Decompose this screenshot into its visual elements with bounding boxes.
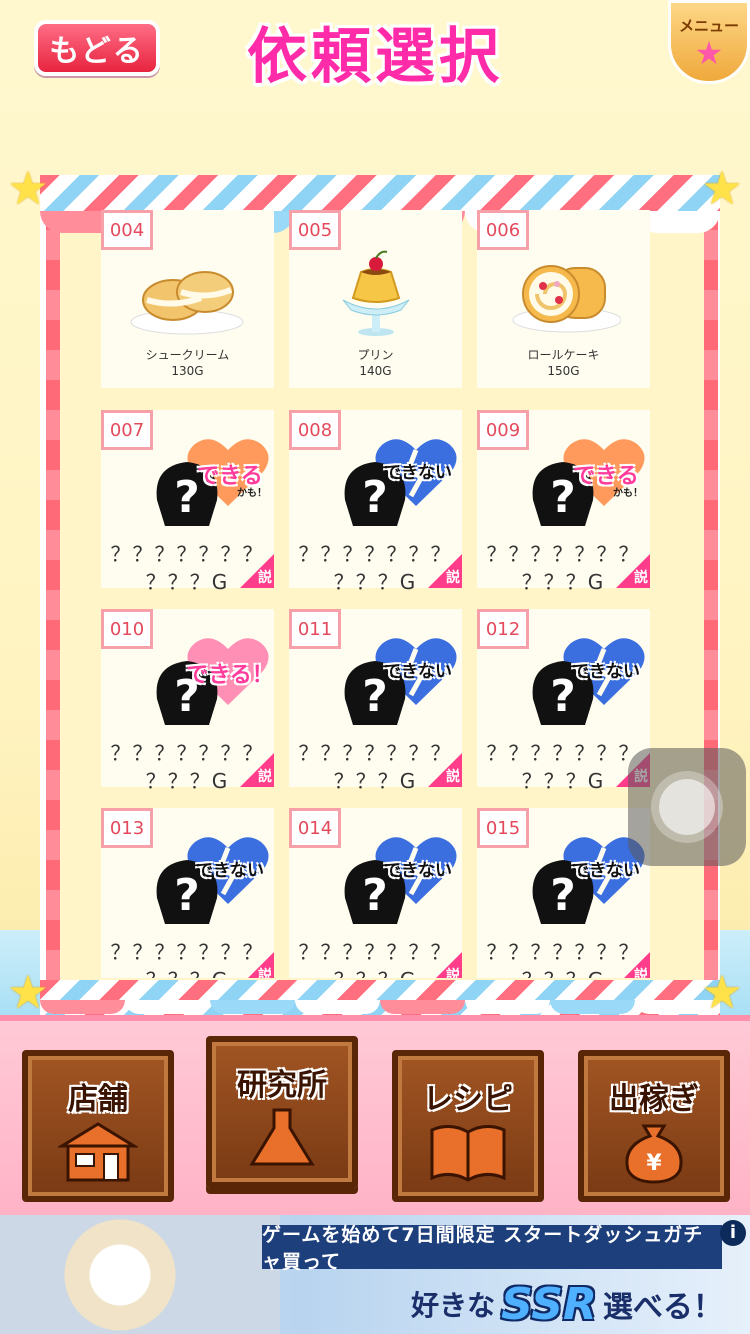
help-button[interactable]: 説 xyxy=(428,952,462,978)
banner-headline: ゲームを始めて7日間限定 スタートダッシュガチャ買って xyxy=(262,1224,722,1273)
status-label: できない xyxy=(384,861,452,881)
sweet-name: ロールケーキ xyxy=(527,348,600,362)
request-number: 008 xyxy=(289,410,341,450)
assistive-touch-button[interactable] xyxy=(628,748,746,866)
banner-tagline: 好きな SSR 選べる！ xyxy=(392,1277,742,1331)
status-label: できる！ xyxy=(186,663,274,688)
assistive-touch-ring xyxy=(659,779,715,835)
help-label: 説 xyxy=(446,769,460,785)
banner-character-image xyxy=(0,1215,280,1334)
help-label: 説 xyxy=(258,769,272,785)
help-label: 説 xyxy=(446,570,460,586)
banner-pre-text: 好きな xyxy=(411,1289,496,1322)
help-button[interactable]: 説 xyxy=(616,952,650,978)
help-button[interactable]: 説 xyxy=(240,952,274,978)
request-number: 010 xyxy=(101,609,153,649)
request-grid: 004 シュークリーム 130G 005 プリン 140G 006 ロールケーキ 150G 007… xyxy=(101,210,661,978)
help-button[interactable]: 説 xyxy=(428,554,462,588)
request-card[interactable]: 007? できる かも！？？？？？？？ ？？？G 説 xyxy=(101,410,274,594)
corner-star-icon: ★ xyxy=(7,965,49,1019)
left-post xyxy=(46,200,60,980)
shop-icon xyxy=(58,1122,138,1182)
request-number: 005 xyxy=(289,210,341,250)
request-number: 007 xyxy=(101,410,153,450)
request-card[interactable]: 013?できない？？？？？？？？？？G説 xyxy=(101,808,274,978)
status-label: できない xyxy=(196,861,264,881)
awning-scallops-bottom xyxy=(40,1000,720,1014)
request-number: 012 xyxy=(477,609,529,649)
nav-label: レシピ xyxy=(423,1082,513,1117)
help-button[interactable]: 説 xyxy=(428,753,462,787)
help-label: 説 xyxy=(634,570,648,586)
banner-ssr-text: SSR xyxy=(501,1278,597,1330)
help-label: 説 xyxy=(446,968,460,978)
menu-label: メニュー xyxy=(678,17,739,35)
awning-top xyxy=(40,175,720,215)
recipe-book-icon xyxy=(430,1125,506,1182)
request-number: 006 xyxy=(477,210,529,250)
star-icon: ★ xyxy=(694,34,724,72)
status-sub-label: かも！ xyxy=(613,488,643,499)
svg-text:¥: ¥ xyxy=(646,1151,662,1176)
request-number: 015 xyxy=(477,808,529,848)
help-label: 説 xyxy=(634,968,648,978)
request-number: 004 xyxy=(101,210,153,250)
request-card[interactable]: 011? できない？？？？？？？ ？？？G 説 xyxy=(289,609,462,793)
request-card[interactable]: 012?できない？？？？？？？？？？G説 xyxy=(477,609,650,793)
sweet-price: 140G xyxy=(359,364,392,378)
help-label: 説 xyxy=(258,968,272,978)
request-number: 014 xyxy=(289,808,341,848)
sweet-name: プリン xyxy=(357,348,394,362)
corner-star-icon: ★ xyxy=(7,161,49,215)
back-button[interactable]: もどる xyxy=(34,20,160,76)
corner-star-icon: ★ xyxy=(701,161,743,215)
request-number: 013 xyxy=(101,808,153,848)
request-card[interactable]: 008? できない？？？？？？？ ？？？G 説 xyxy=(289,410,462,594)
sweet-price: 130G xyxy=(171,364,204,378)
status-label: できない xyxy=(572,662,640,682)
status-label: できない xyxy=(384,662,452,682)
banner-post-text: 選べる！ xyxy=(602,1290,723,1325)
info-icon[interactable]: i xyxy=(720,1220,746,1246)
page-title: 依頼選択 xyxy=(247,22,503,92)
menu-button[interactable]: メニュー ★ xyxy=(668,0,750,84)
nav-recipe-button[interactable]: レシピ xyxy=(392,1050,544,1202)
request-card[interactable]: 015?できない？？？？？？？？？？G説 xyxy=(477,808,650,978)
request-card[interactable]: 014?できない？？？？？？？？？？G説 xyxy=(289,808,462,978)
nav-label: 研究所 xyxy=(237,1068,327,1103)
request-number: 011 xyxy=(289,609,341,649)
help-button[interactable]: 説 xyxy=(240,753,274,787)
request-card[interactable]: 005 プリン 140G xyxy=(289,210,462,388)
help-button[interactable]: 説 xyxy=(616,554,650,588)
request-card[interactable]: 006 ロールケーキ 150G xyxy=(477,210,650,388)
nav-shop-button[interactable]: 店舗 xyxy=(22,1050,174,1202)
money-bag-icon: ¥ xyxy=(625,1124,683,1184)
nav-label: 店舗 xyxy=(68,1082,128,1117)
request-card[interactable]: 010? できる！？？？？？？？ ？？？G 説 xyxy=(101,609,274,793)
nav-label: 出稼ぎ xyxy=(609,1082,699,1117)
request-card[interactable]: 009? できる かも！？？？？？？？ ？？？G 説 xyxy=(477,410,650,594)
nav-work-button[interactable]: 出稼ぎ ¥ xyxy=(578,1050,730,1202)
ad-banner[interactable]: ゲームを始めて7日間限定 スタートダッシュガチャ買って 好きな SSR 選べる！ xyxy=(0,1215,750,1334)
status-sub-label: かも！ xyxy=(237,488,267,499)
sweet-price: 150G xyxy=(547,364,580,378)
corner-star-icon: ★ xyxy=(701,965,743,1019)
flask-icon xyxy=(249,1108,315,1166)
status-label: できない xyxy=(384,463,452,483)
request-number: 009 xyxy=(477,410,529,450)
nav-lab-button[interactable]: 研究所 xyxy=(206,1036,358,1188)
help-button[interactable]: 説 xyxy=(240,554,274,588)
help-label: 説 xyxy=(258,570,272,586)
sweet-name: シュークリーム xyxy=(145,348,230,362)
request-card[interactable]: 004 シュークリーム 130G xyxy=(101,210,274,388)
